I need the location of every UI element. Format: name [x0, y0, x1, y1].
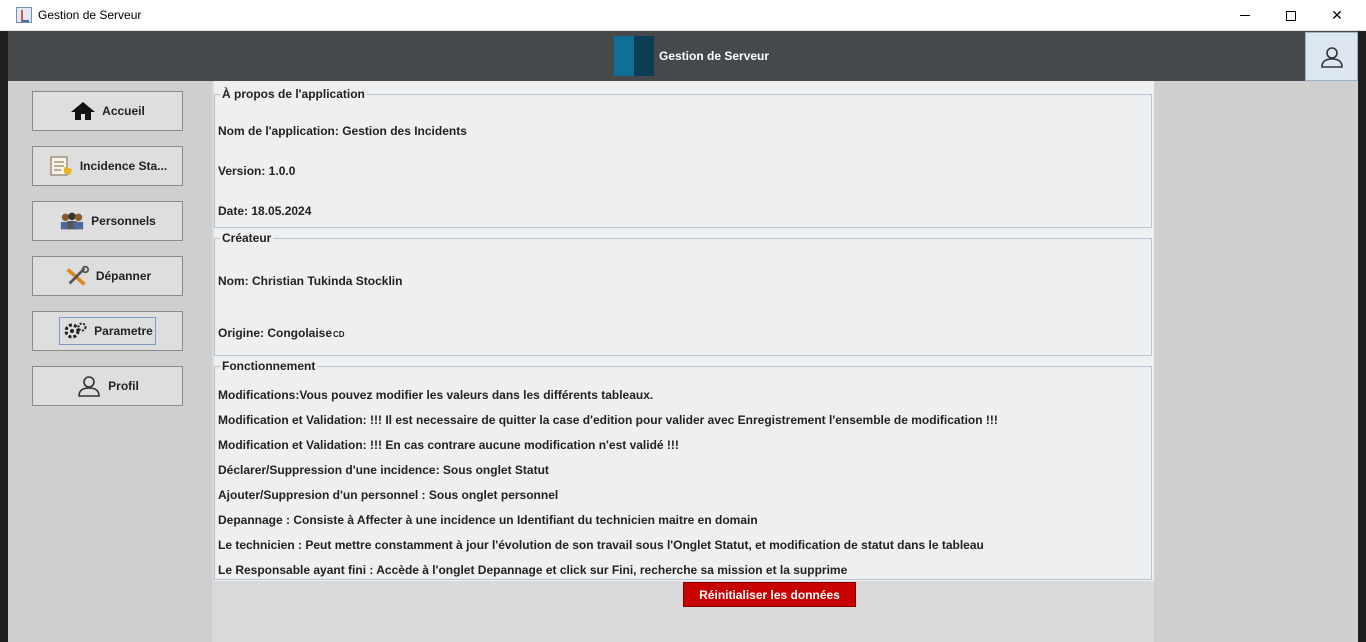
functioning-line: Modification et Validation: !!! En cas c… — [218, 438, 679, 452]
info-panel: À propos de l'application Nom de l'appli… — [214, 81, 1154, 581]
main-content: À propos de l'application Nom de l'appli… — [212, 81, 1154, 642]
close-icon: ✕ — [1331, 7, 1343, 24]
incident-icon — [48, 154, 74, 178]
sidebar-item-incidence-statut[interactable]: Incidence Sta... — [32, 146, 183, 186]
people-icon — [59, 209, 85, 233]
user-icon — [76, 374, 102, 398]
close-button[interactable]: ✕ — [1314, 0, 1360, 31]
about-group: À propos de l'application Nom de l'appli… — [214, 87, 1152, 228]
sidebar-item-depanner[interactable]: Dépanner — [32, 256, 183, 296]
window-titlebar: Gestion de Serveur ✕ — [0, 0, 1366, 31]
functioning-line: Ajouter/Suppresion d'un personnel : Sous… — [218, 488, 559, 502]
sidebar-item-label: Accueil — [102, 104, 145, 118]
maximize-button[interactable] — [1268, 0, 1314, 31]
reset-data-button[interactable]: Réinitialiser les données — [683, 582, 856, 607]
app-logo — [614, 36, 654, 76]
window-title: Gestion de Serveur — [38, 8, 142, 22]
about-legend: À propos de l'application — [222, 87, 365, 101]
user-icon — [1320, 46, 1343, 68]
app-name-text: Nom de l'application: Gestion des Incide… — [218, 124, 467, 138]
minimize-button[interactable] — [1222, 0, 1268, 31]
creator-origin-text: Origine: CongolaiseCD — [218, 326, 345, 340]
sidebar: Accueil Incidence Sta... Personnels Dépa… — [8, 81, 212, 642]
sidebar-item-label: Personnels — [91, 214, 156, 228]
app-header: Gestion de Serveur — [8, 31, 1358, 81]
minimize-icon — [1240, 15, 1250, 16]
home-icon — [70, 99, 96, 123]
origin-value: Origine: Congolaise — [218, 326, 333, 340]
version-text: Version: 1.0.0 — [218, 164, 296, 178]
java-app-icon — [16, 7, 32, 23]
tools-icon — [64, 264, 90, 288]
creator-name-text: Nom: Christian Tukinda Stocklin — [218, 274, 403, 288]
focus-ring: Parametre — [59, 317, 156, 345]
maximize-icon — [1286, 10, 1296, 21]
sidebar-item-parametre[interactable]: Parametre — [32, 311, 183, 351]
sidebar-item-personnels[interactable]: Personnels — [32, 201, 183, 241]
header-title: Gestion de Serveur — [659, 49, 770, 63]
logo-right-block — [634, 36, 654, 76]
functioning-line: Le Responsable ayant fini : Accède à l'o… — [218, 563, 848, 577]
sidebar-item-profil[interactable]: Profil — [32, 366, 183, 406]
functioning-line: Modifications:Vous pouvez modifier les v… — [218, 388, 654, 402]
creator-legend: Créateur — [222, 231, 272, 245]
functioning-group: Fonctionnement Modifications:Vous pouvez… — [214, 359, 1152, 580]
profile-button[interactable] — [1305, 32, 1358, 81]
sidebar-item-label: Incidence Sta... — [79, 159, 168, 173]
functioning-legend: Fonctionnement — [222, 359, 316, 373]
functioning-line: Modification et Validation: !!! Il est n… — [218, 413, 998, 427]
date-text: Date: 18.05.2024 — [218, 204, 312, 218]
right-empty-area — [1154, 81, 1358, 642]
country-flag-code: CD — [333, 330, 345, 339]
sidebar-item-label: Profil — [108, 379, 139, 393]
functioning-line: Le technicien : Peut mettre constamment … — [218, 538, 984, 552]
functioning-line: Depannage : Consiste à Affecter à une in… — [218, 513, 758, 527]
sidebar-item-label: Parametre — [94, 324, 153, 338]
sidebar-item-accueil[interactable]: Accueil — [32, 91, 183, 131]
logo-left-block — [614, 36, 634, 76]
creator-group: Créateur Nom: Christian Tukinda Stocklin… — [214, 231, 1152, 356]
functioning-line: Déclarer/Suppression d'une incidence: So… — [218, 463, 549, 477]
gear-icon — [62, 319, 88, 343]
sidebar-item-label: Dépanner — [95, 269, 152, 283]
